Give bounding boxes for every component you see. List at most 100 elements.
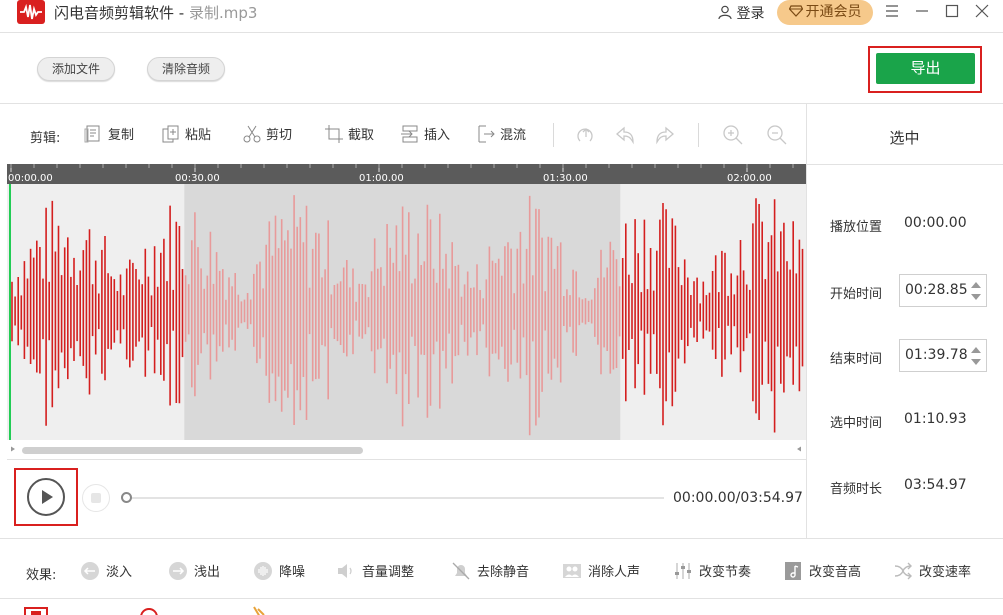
panel-title: 选中 (889, 129, 920, 147)
ruler-tick-label: 00:30.00 (175, 173, 220, 184)
paste-label: 粘贴 (185, 128, 212, 143)
stop-icon[interactable] (82, 484, 110, 512)
login-button[interactable]: 登录 (718, 3, 764, 23)
remove-silence-label: 去除静音 (477, 565, 530, 580)
insert-icon (401, 125, 418, 143)
window-title: 闪电音频剪辑软件 - 录制.mp3 (54, 2, 257, 23)
diamond-icon (788, 5, 803, 17)
pitch-button[interactable]: 改变音高 (783, 561, 861, 583)
insert-button[interactable]: 插入 (400, 124, 450, 146)
clear-audio-button[interactable]: 清除音频 (147, 57, 225, 81)
divider (0, 598, 1003, 599)
spinner-arrows-icon[interactable] (970, 343, 982, 369)
sliders-icon (675, 563, 691, 579)
start-time-value: 00:28.85 (905, 282, 968, 298)
fade-in-icon (81, 562, 99, 580)
play-position-label: 播放位置 (830, 220, 883, 235)
selected-time-value: 01:10.93 (904, 411, 967, 427)
crop-label: 截取 (348, 128, 375, 143)
cut-button[interactable]: 剪切 (242, 124, 292, 146)
vip-label: 开通会员 (805, 4, 862, 20)
toolbar-separator (698, 123, 699, 147)
spinner-arrows-icon[interactable] (970, 278, 982, 304)
tempo-button[interactable]: 改变节奏 (673, 561, 751, 583)
maximize-icon[interactable] (941, 0, 963, 24)
pitch-icon (785, 562, 801, 580)
seek-handle[interactable] (121, 492, 132, 503)
ruler-tick-label: 00:00.00 (8, 173, 53, 184)
time-readout: 00:00.00/03:54.97 (673, 490, 803, 506)
export-button[interactable]: 导出 (876, 53, 975, 84)
user-icon (718, 5, 732, 19)
copy-label: 复制 (108, 128, 135, 143)
remove-vocals-label: 消除人声 (588, 565, 641, 580)
edit-label: 剪辑: (30, 131, 61, 146)
redo-icon[interactable] (654, 124, 676, 146)
scissors-icon (243, 125, 261, 143)
speed-label: 改变速率 (919, 565, 972, 580)
cut-label: 剪切 (266, 128, 293, 143)
login-label: 登录 (736, 6, 765, 22)
ruler-tick-label: 01:00.00 (359, 173, 404, 184)
start-time-input[interactable]: 00:28.85 (899, 274, 987, 307)
mix-label: 混流 (500, 128, 527, 143)
timeline-ruler[interactable]: 00:00.00 00:30.00 01:00.00 01:30.00 02:00.00 (7, 164, 806, 184)
crop-icon (325, 125, 343, 143)
file-name: 录制.mp3 (188, 4, 258, 22)
fade-out-button[interactable]: 浅出 (168, 561, 220, 583)
copy-icon (84, 125, 100, 143)
pitch-label: 改变音高 (809, 565, 862, 580)
minimize-icon[interactable] (911, 0, 933, 24)
scroll-right-icon (797, 446, 801, 452)
play-icon[interactable] (27, 478, 65, 516)
vip-button[interactable]: 开通会员 (777, 0, 873, 25)
undo-icon[interactable] (614, 124, 636, 146)
duration-label: 音频时长 (830, 482, 883, 497)
volume-button[interactable]: 音量调整 (336, 561, 414, 583)
paste-button[interactable]: 粘贴 (161, 124, 211, 146)
remove-vocals-button[interactable]: 消除人声 (562, 561, 640, 583)
app-logo (17, 0, 45, 24)
waveform[interactable] (7, 184, 806, 440)
tempo-label: 改变节奏 (699, 565, 752, 580)
fade-in-button[interactable]: 淡入 (80, 561, 132, 583)
denoise-label: 降噪 (279, 565, 306, 580)
fade-in-label: 淡入 (106, 565, 133, 580)
divider (0, 103, 1003, 104)
end-time-value: 01:39.78 (905, 347, 968, 363)
divider (806, 164, 1003, 165)
divider (7, 459, 806, 460)
fade-out-icon (169, 562, 187, 580)
remove-silence-button[interactable]: 去除静音 (451, 561, 529, 583)
app-name: 闪电音频剪辑软件 - (54, 4, 185, 22)
zoom-out-icon[interactable] (766, 124, 788, 146)
end-time-input[interactable]: 01:39.78 (899, 339, 987, 372)
ruler-tick-label: 02:00.00 (727, 173, 772, 184)
mix-button[interactable]: 混流 (476, 124, 526, 146)
shuffle-icon (894, 562, 912, 580)
copy-button[interactable]: 复制 (84, 124, 134, 146)
divider (0, 538, 1003, 539)
duration-value: 03:54.97 (904, 477, 967, 493)
bottom-toolbar-partial (24, 603, 984, 615)
add-file-button[interactable]: 添加文件 (37, 57, 115, 81)
start-time-label: 开始时间 (830, 287, 883, 302)
denoise-button[interactable]: 降噪 (253, 561, 305, 583)
close-icon[interactable] (971, 0, 993, 24)
title-bar: 闪电音频剪辑软件 - 录制.mp3 登录 开通会员 (0, 0, 1003, 26)
menu-icon[interactable] (881, 0, 903, 24)
redo-history-icon[interactable] (574, 124, 596, 146)
toolbar-separator (553, 123, 554, 147)
end-time-label: 结束时间 (830, 352, 883, 367)
zoom-in-icon[interactable] (722, 124, 744, 146)
volume-label: 音量调整 (362, 565, 415, 580)
denoise-icon (254, 562, 272, 580)
seek-bar[interactable] (128, 497, 664, 499)
scroll-left-icon (11, 446, 15, 452)
crop-button[interactable]: 截取 (324, 124, 374, 146)
effects-label: 效果: (26, 568, 57, 583)
scrollbar-thumb[interactable] (22, 447, 363, 454)
panel-divider (806, 104, 807, 538)
speed-button[interactable]: 改变速率 (893, 561, 971, 583)
people-icon (563, 564, 581, 578)
